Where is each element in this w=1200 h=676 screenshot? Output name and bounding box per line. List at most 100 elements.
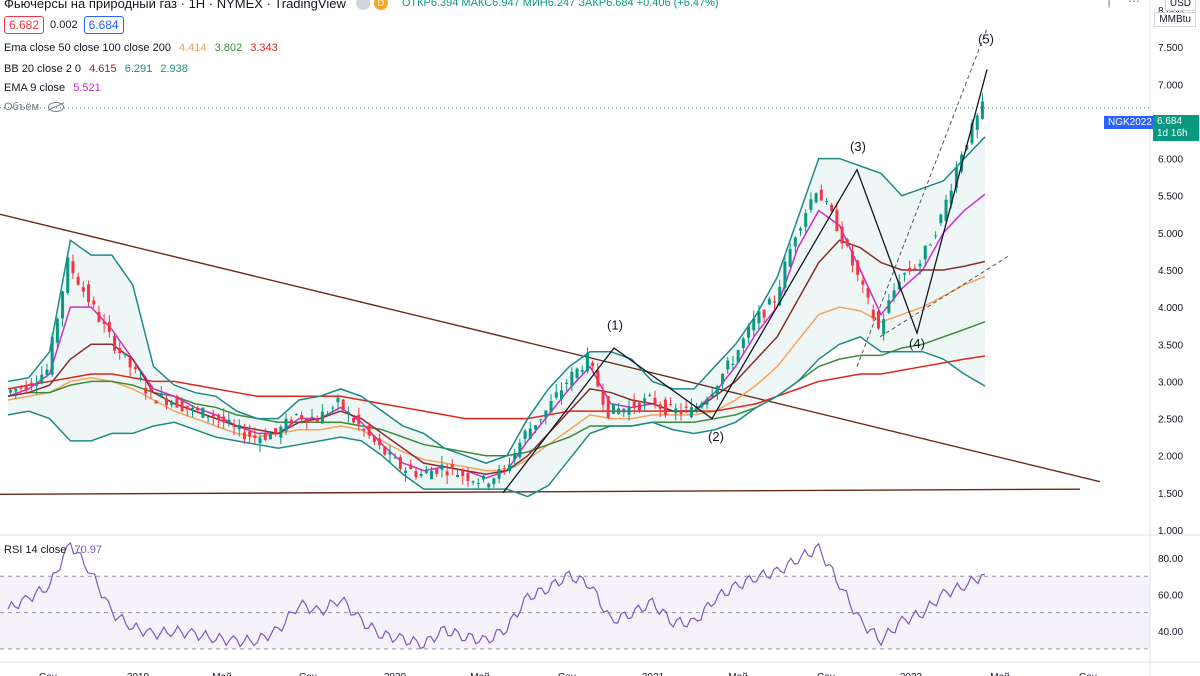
candle-body [861,280,865,285]
candle-body [658,404,662,409]
d-icon[interactable]: D [373,0,388,10]
legend-ema-v3: 3.343 [250,42,278,54]
candle-body [575,368,579,378]
candle-body [669,403,673,405]
time-tick-label: 2019 [127,672,150,676]
candle-body [689,407,693,418]
time-tick-label: Май [728,672,748,676]
candle-body [393,457,397,459]
legend-volume-label: Объём [4,101,40,113]
candle-body [528,428,532,439]
candle-body [71,261,75,274]
more-icon[interactable]: ⋯ [1128,0,1140,8]
legend-volume[interactable]: Объём [4,101,65,113]
candle-body [45,369,49,376]
candle-body [258,437,262,444]
candle-body [721,373,725,384]
candle-body [227,419,231,423]
candle-body [466,473,470,481]
candle-body [409,464,413,470]
candle-body [61,291,65,319]
bollinger-fill [8,136,985,497]
candle-body [533,425,537,430]
candle-body [559,390,563,399]
wave-label: (1) [607,317,623,332]
candle-body [939,214,943,224]
candle-body [565,382,569,384]
candle-body [741,338,745,349]
chart-svg[interactable]: (1) (2) (3) (4) (5) 8.0007.5007.0006.5006.00… [0,0,1200,676]
candle-body [653,397,657,406]
legend-ema9[interactable]: EMA 9 close 5.521 [4,82,101,94]
eye-icon[interactable] [355,0,370,10]
candle-body [55,318,59,343]
candle-body [201,407,205,418]
candle-body [507,464,511,472]
legend-rsi-v1: 70.97 [74,544,102,556]
candle-body [378,438,382,446]
candle-body [133,367,137,370]
title-bar: Фьючерсы на природный газ · 1Н · NYMEX ·… [0,0,719,12]
top-toolbar-icons: | ⋯ [1094,0,1140,8]
candle-body [253,435,257,438]
price-tick-label: 6.000 [1158,155,1183,166]
candle-body [539,419,543,421]
candle-body [237,425,241,430]
candle-body [398,457,402,469]
candle-body [715,385,719,395]
candle-body [300,415,304,420]
candle-body [902,273,906,275]
candle-body [497,469,501,479]
candle-body [679,410,683,414]
candle-body [113,336,117,351]
candle-body [726,360,730,370]
candle-body [809,199,813,210]
candle-body [611,403,615,414]
buy-price-button[interactable]: 6.684 [83,16,124,34]
rsi-pane[interactable] [0,541,1150,650]
candle-body [419,473,423,476]
price-tick-label: 1.000 [1158,526,1183,537]
legend-rsi-label: RSI 14 close [4,544,67,556]
candle-body [149,386,153,392]
candle-body [736,350,740,363]
candle-body [326,414,330,416]
time-tick-label: 2021 [642,672,665,676]
candle-body [320,411,324,424]
candle-body [824,200,828,202]
legend-rsi[interactable]: RSI 14 close 70.97 [4,544,102,556]
rsi-tick-label: 80.00 [1158,554,1183,565]
candle-body [274,428,278,434]
candle-body [591,362,595,367]
candle-body [19,387,23,389]
sell-price-button[interactable]: 6.682 [4,16,45,34]
candle-body [913,268,917,270]
legend-bb-v1: 4.615 [89,63,117,75]
candle-body [92,300,96,305]
legend-bb[interactable]: BB 20 close 2 0 4.615 6.291 2.938 [4,63,188,75]
legend-ema9-v1: 5.521 [73,82,101,94]
legend-ema[interactable]: Ema close 50 close 100 close 200 4.414 3… [4,42,278,54]
candle-body [835,209,839,232]
candle-body [388,451,392,455]
wave-label: (5) [978,31,994,46]
currency-button[interactable]: USD [1164,0,1196,11]
legend-ema-v2: 3.802 [214,42,243,54]
price-pane[interactable]: (1) (2) (3) (4) (5) [0,28,1150,498]
candle-body [367,425,371,436]
unit-button[interactable]: MMBtu [1154,12,1196,27]
candle-body [336,397,340,403]
time-tick-label: Сен [817,672,835,676]
candle-body [40,374,44,383]
candle-body [263,434,267,440]
candle-body [430,470,434,480]
candle-body [97,312,101,322]
candle-body [674,408,678,414]
candle-body [284,418,288,432]
candle-body [892,290,896,299]
hidden-eye-icon[interactable] [48,102,65,113]
price-tick-label: 3.000 [1158,377,1183,388]
candle-body [139,377,143,380]
candle-body [211,414,215,417]
candle-body [435,468,439,475]
